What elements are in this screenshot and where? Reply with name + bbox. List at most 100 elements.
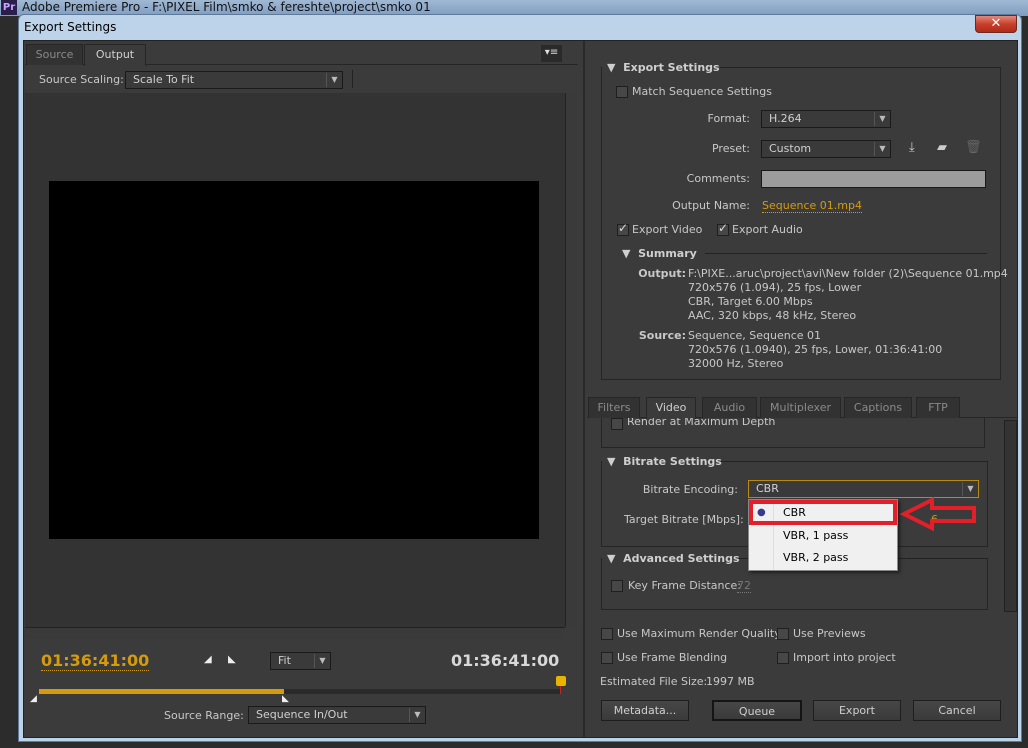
tab-filters[interactable]: Filters [588,397,640,418]
summary-line: AAC, 320 kbps, 48 kHz, Stereo [688,309,857,322]
render-max-depth-checkbox[interactable] [611,418,623,430]
queue-button[interactable]: Queue [712,700,802,721]
summary-line: 720x576 (1.094), 25 fps, Lower [688,281,862,294]
format-dropdown[interactable]: H.264 ▼ [761,110,891,128]
export-button[interactable]: Export [813,700,901,721]
chevron-down-icon: ▼ [874,142,890,156]
zoom-dropdown[interactable]: Fit ▼ [270,652,331,670]
render-max-depth-label: Render at Maximum Depth [627,418,776,428]
vertical-scrollbar[interactable] [565,93,577,627]
comments-label: Comments: [686,172,750,185]
summary-output-text: F:\PIXE...aruc\project\avi\New folder (2… [688,267,1008,323]
tab-video[interactable]: Video [646,397,696,419]
close-button[interactable]: ✕ [975,15,1017,33]
summary-line: CBR, Target 6.00 Mbps [688,295,813,308]
source-range-dropdown[interactable]: Sequence In/Out ▼ [248,706,426,724]
tab-source[interactable]: Source [26,44,83,65]
set-in-point-icon[interactable]: ◢ [204,654,212,665]
menu-option-vbr-1-pass[interactable]: VBR, 1 pass [749,525,897,547]
bitrate-encoding-label: Bitrate Encoding: [642,483,738,496]
import-project-label: Import into project [793,651,896,664]
format-value: H.264 [769,112,802,125]
summary-line: 720x576 (1.0940), 25 fps, Lower, 01:36:4… [688,343,943,356]
current-timecode[interactable]: 01:36:41:00 [41,651,150,671]
tab-captions[interactable]: Captions [844,397,912,418]
file-size-value: 1997 MB [706,675,755,688]
playhead-line [560,686,561,694]
bitrate-encoding-value: CBR [756,482,779,495]
tab-audio[interactable]: Audio [702,397,757,418]
playhead[interactable] [556,676,566,686]
header-text: Bitrate Settings [623,455,722,468]
chevron-down-icon: ▼ [962,482,978,496]
divider [720,67,1001,68]
export-video-checkbox[interactable] [617,221,629,236]
header-text: Advanced Settings [623,552,740,565]
export-video-label: Export Video [632,223,703,236]
arrow-annotation [900,497,976,532]
tab-multiplexer[interactable]: Multiplexer [760,397,841,418]
delete-preset-icon[interactable]: 🗑 [965,140,982,155]
chevron-down-icon: ▼ [314,654,330,668]
bitrate-header[interactable]: ▼ Bitrate Settings [607,455,722,468]
use-previews-label: Use Previews [793,627,866,640]
summary-line: Sequence, Sequence 01 [688,329,822,342]
set-out-point-icon[interactable]: ◣ [228,654,236,665]
settings-scrollbar[interactable] [1004,420,1017,612]
file-size-label: Estimated File Size: [600,675,708,688]
duration-timecode: 01:36:41:00 [451,651,560,670]
divider [705,253,987,254]
highlight-box-annotation [749,500,897,525]
frame-blending-checkbox[interactable] [601,652,613,664]
summary-header[interactable]: ▼ Summary [622,247,697,260]
frame-blending-label: Use Frame Blending [617,651,728,664]
tab-ftp[interactable]: FTP [916,397,960,418]
match-sequence-checkbox[interactable] [616,86,628,98]
max-render-quality-checkbox[interactable] [601,628,613,640]
import-preset-icon[interactable]: ▰ [937,140,947,155]
panel-menu-icon[interactable]: ▾≡ [541,45,562,62]
out-point-handle[interactable]: ◣ [282,694,289,704]
menu-option-vbr-2-pass[interactable]: VBR, 2 pass [749,547,897,569]
option-label: VBR, 1 pass [783,529,849,542]
use-previews-checkbox[interactable] [777,628,789,640]
source-scaling-dropdown[interactable]: Scale To Fit ▼ [125,71,343,89]
tab-output[interactable]: Output [84,44,146,66]
zoom-value: Fit [278,654,291,667]
output-name-link[interactable]: Sequence 01.mp4 [762,199,862,213]
video-preview [49,181,539,539]
comments-input[interactable] [761,170,986,188]
preset-label: Preset: [711,142,750,155]
preset-dropdown[interactable]: Custom ▼ [761,140,891,158]
panel-splitter[interactable] [583,41,585,737]
key-frame-value[interactable]: 72 [737,579,751,593]
metadata-button[interactable]: Metadata... [601,700,689,721]
cancel-button[interactable]: Cancel [913,700,1001,721]
max-render-quality-label: Use Maximum Render Quality [617,627,781,640]
source-scaling-label: Source Scaling: [39,73,124,86]
save-preset-icon[interactable]: ⤓ [909,140,915,155]
horizontal-scrollbar[interactable] [25,627,565,639]
option-label: VBR, 2 pass [783,551,849,564]
summary-source-text: Sequence, Sequence 01 720x576 (1.0940), … [688,329,942,371]
summary-output-label: Output: [638,267,686,280]
target-bitrate-label: Target Bitrate [Mbps]: [624,513,744,526]
advanced-header[interactable]: ▼ Advanced Settings [607,552,740,565]
header-text: Export Settings [623,61,720,74]
chevron-down-icon: ▼ [326,73,342,87]
separator [352,70,353,88]
divider [720,461,988,462]
match-sequence-label: Match Sequence Settings [632,85,772,98]
export-settings-header[interactable]: ▼ Export Settings [607,61,720,74]
summary-source-label: Source: [638,329,686,342]
in-point-handle[interactable]: ◢ [30,694,37,704]
close-icon: ✕ [990,16,1002,31]
chevron-down-icon: ▼ [409,708,425,722]
import-project-checkbox[interactable] [777,652,789,664]
export-audio-checkbox[interactable] [717,221,729,236]
key-frame-checkbox[interactable] [611,580,623,592]
dialog-title: Export Settings [24,20,117,34]
key-frame-label: Key Frame Distance: [628,579,742,592]
bitrate-encoding-dropdown[interactable]: CBR ▼ [748,480,979,498]
source-range-label: Source Range: [164,709,244,722]
